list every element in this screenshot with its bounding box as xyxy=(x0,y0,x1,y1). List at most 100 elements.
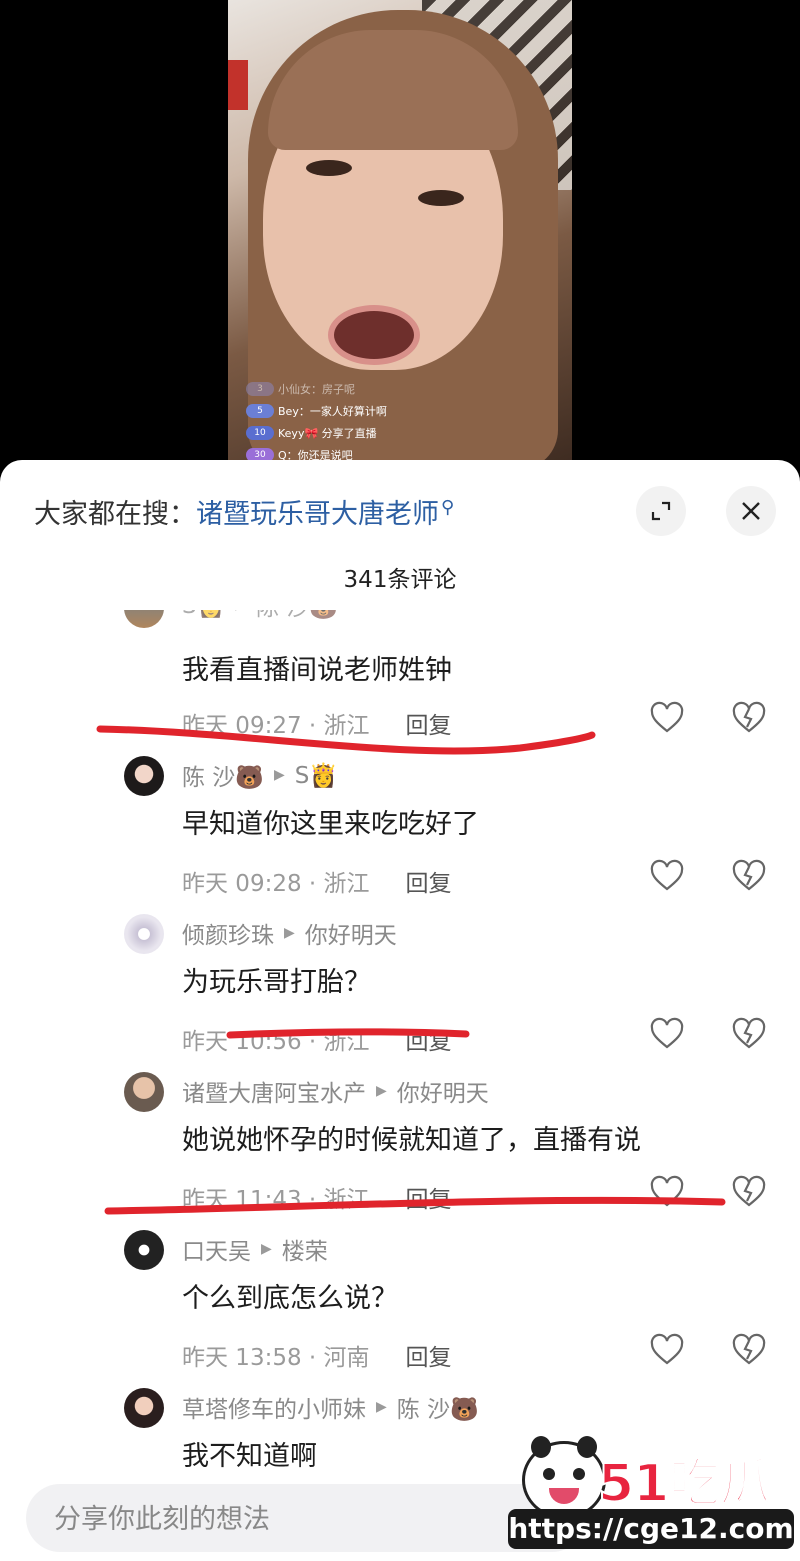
close-button[interactable] xyxy=(726,486,776,536)
author-name[interactable]: 陈 沙🐻 xyxy=(182,758,264,792)
comment-item: 陈 沙🐻 ▶ S👸 早知道你这里来吃吃好了 昨天 09:28 · 浙江 回复 xyxy=(0,756,800,914)
close-icon xyxy=(742,502,760,520)
reply-target-name[interactable]: 你好明天 xyxy=(397,1074,489,1108)
reply-target-name[interactable]: 你好明天 xyxy=(305,916,397,950)
reply-target-name[interactable]: 楼荣 xyxy=(282,1232,328,1266)
live-comment-feed: 3 小仙女：房子呢 5 Bey：一家人好算计啊 10 Keyy🎀 分享了直播 3… xyxy=(246,378,387,466)
search-icon[interactable]: ⚲ xyxy=(441,497,454,518)
reply-button[interactable]: 回复 xyxy=(406,713,452,739)
comment-item: 诸暨大唐阿宝水产 ▶ 你好明天 她说她怀孕的时候就知道了，直播有说 昨天 11:… xyxy=(0,1072,800,1230)
live-comment-text: Bey：一家人好算计啊 xyxy=(278,405,387,418)
heart-icon[interactable] xyxy=(649,858,685,894)
expand-icon xyxy=(651,501,671,521)
watermelon-mascot-icon xyxy=(522,1436,606,1519)
comment-authors: S👸 ▶ 陈 沙🐻 xyxy=(182,610,338,622)
reply-arrow-icon: ▶ xyxy=(376,1399,387,1415)
trending-search-prefix: 大家都在搜： xyxy=(34,499,196,530)
comment-meta: 昨天 09:27 · 浙江 回复 xyxy=(182,706,452,740)
reply-button[interactable]: 回复 xyxy=(406,871,452,897)
reply-button[interactable]: 回复 xyxy=(406,1345,452,1371)
comment-meta: 昨天 11:43 · 浙江 回复 xyxy=(182,1180,452,1214)
level-badge: 5 xyxy=(246,404,274,418)
heart-icon[interactable] xyxy=(649,1174,685,1210)
comment-time: 昨天 09:27 · 浙江 xyxy=(182,713,370,739)
comment-authors: 陈 沙🐻 ▶ S👸 xyxy=(182,758,338,792)
avatar[interactable] xyxy=(124,1230,164,1270)
comment-text: 我不知道啊 xyxy=(182,1441,317,1472)
avatar[interactable] xyxy=(124,756,164,796)
author-name[interactable]: S👸 xyxy=(182,610,225,619)
live-video-area[interactable]: 3 小仙女：房子呢 5 Bey：一家人好算计啊 10 Keyy🎀 分享了直播 3… xyxy=(0,0,800,470)
comment-authors: 诸暨大唐阿宝水产 ▶ 你好明天 xyxy=(182,1074,489,1108)
broken-heart-icon[interactable] xyxy=(731,858,767,894)
comment-authors: 倾颜珍珠 ▶ 你好明天 xyxy=(182,916,397,950)
comment-item: S👸 ▶ 陈 沙🐻 我看直播间说老师姓钟 昨天 09:27 · 浙江 回复 xyxy=(0,610,800,768)
live-comment-text: Keyy🎀 分享了直播 xyxy=(278,427,377,440)
reply-target-name[interactable]: 陈 沙🐻 xyxy=(256,610,338,622)
broken-heart-icon[interactable] xyxy=(731,1174,767,1210)
reply-target-name[interactable]: 陈 沙🐻 xyxy=(397,1390,479,1424)
comment-text: 为玩乐哥打胎？ xyxy=(182,967,371,998)
heart-icon[interactable] xyxy=(649,1332,685,1368)
comment-input[interactable] xyxy=(52,1484,536,1554)
comment-item: 口天吴 ▶ 楼荣 个么到底怎么说？ 昨天 13:58 · 河南 回复 xyxy=(0,1230,800,1388)
level-badge: 10 xyxy=(246,426,274,440)
comment-text: 个么到底怎么说？ xyxy=(182,1283,398,1314)
broken-heart-icon[interactable] xyxy=(731,1016,767,1052)
author-name[interactable]: 口天吴 xyxy=(182,1232,251,1266)
expand-button[interactable] xyxy=(636,486,686,536)
author-name[interactable]: 倾颜珍珠 xyxy=(182,916,274,950)
live-comment-text: 小仙女：房子呢 xyxy=(278,383,355,396)
comment-text: 早知道你这里来吃吃好了 xyxy=(182,809,479,840)
mascot-eye xyxy=(573,1468,585,1480)
level-badge: 3 xyxy=(246,382,274,396)
comment-text: 我看直播间说老师姓钟 xyxy=(182,655,452,686)
reply-button[interactable]: 回复 xyxy=(406,1029,452,1055)
watermark-tag: 全网首发 xyxy=(742,1493,786,1506)
author-name[interactable]: 草塔修车的小师妹 xyxy=(182,1390,366,1424)
comment-time: 昨天 10:56 · 浙江 xyxy=(182,1029,370,1055)
reply-arrow-icon: ▶ xyxy=(376,1083,387,1099)
site-watermark: 51吃瓜 全网首发 https://cge12.com xyxy=(508,1435,794,1555)
author-name[interactable]: 诸暨大唐阿宝水产 xyxy=(182,1074,366,1108)
streamer-mouth xyxy=(328,305,420,365)
comment-authors: 草塔修车的小师妹 ▶ 陈 沙🐻 xyxy=(182,1390,479,1424)
streamer-eye-left xyxy=(306,160,352,176)
live-video-frame[interactable]: 3 小仙女：房子呢 5 Bey：一家人好算计啊 10 Keyy🎀 分享了直播 3… xyxy=(228,0,572,470)
live-comment: 3 小仙女：房子呢 xyxy=(246,378,387,400)
reply-arrow-icon: ▶ xyxy=(261,1241,272,1257)
heart-icon[interactable] xyxy=(649,1016,685,1052)
broken-heart-icon[interactable] xyxy=(731,1332,767,1368)
heart-icon[interactable] xyxy=(649,700,685,736)
comment-list[interactable]: S👸 ▶ 陈 沙🐻 我看直播间说老师姓钟 昨天 09:27 · 浙江回复 陈 沙… xyxy=(0,610,800,1475)
broken-heart-icon[interactable] xyxy=(731,700,767,736)
reply-arrow-icon: ▶ xyxy=(273,767,285,783)
avatar[interactable] xyxy=(124,1072,164,1112)
avatar[interactable] xyxy=(124,1388,164,1428)
live-comment: 10 Keyy🎀 分享了直播 xyxy=(246,422,387,444)
comment-item: 倾颜珍珠 ▶ 你好明天 为玩乐哥打胎？ 昨天 10:56 · 浙江 回复 xyxy=(0,914,800,1072)
avatar[interactable] xyxy=(124,914,164,954)
reply-target-name[interactable]: S👸 xyxy=(295,762,338,789)
comment-meta: 昨天 09:28 · 浙江 回复 xyxy=(182,864,452,898)
reply-arrow-icon: ▶ xyxy=(284,925,295,941)
watermark-url: https://cge12.com xyxy=(508,1509,794,1549)
mascot-eye xyxy=(543,1468,555,1480)
streamer-eye-right xyxy=(418,190,464,206)
comment-time: 昨天 11:43 · 浙江 xyxy=(182,1187,370,1213)
comment-sheet: 大家都在搜：诸暨玩乐哥大唐老师⚲ 341条评论 S👸 ▶ 陈 沙🐻 我看直播间说… xyxy=(0,460,800,1561)
comment-text: 她说她怀孕的时候就知道了，直播有说 xyxy=(182,1125,641,1156)
trending-search-query[interactable]: 诸暨玩乐哥大唐老师 xyxy=(196,499,439,530)
reply-button[interactable]: 回复 xyxy=(406,1187,452,1213)
comment-authors: 口天吴 ▶ 楼荣 xyxy=(182,1232,328,1266)
mascot-ear xyxy=(577,1436,597,1458)
red-decoration xyxy=(228,60,248,110)
comment-time: 昨天 09:28 · 浙江 xyxy=(182,871,370,897)
comment-count: 341条评论 xyxy=(343,567,457,593)
comment-time: 昨天 13:58 · 河南 xyxy=(182,1345,370,1371)
avatar[interactable] xyxy=(124,610,164,628)
comment-input-bar[interactable] xyxy=(26,1484,586,1554)
trending-search[interactable]: 大家都在搜：诸暨玩乐哥大唐老师 ⚲ xyxy=(34,492,454,531)
live-comment: 5 Bey：一家人好算计啊 xyxy=(246,400,387,422)
mascot-mouth xyxy=(549,1488,579,1504)
